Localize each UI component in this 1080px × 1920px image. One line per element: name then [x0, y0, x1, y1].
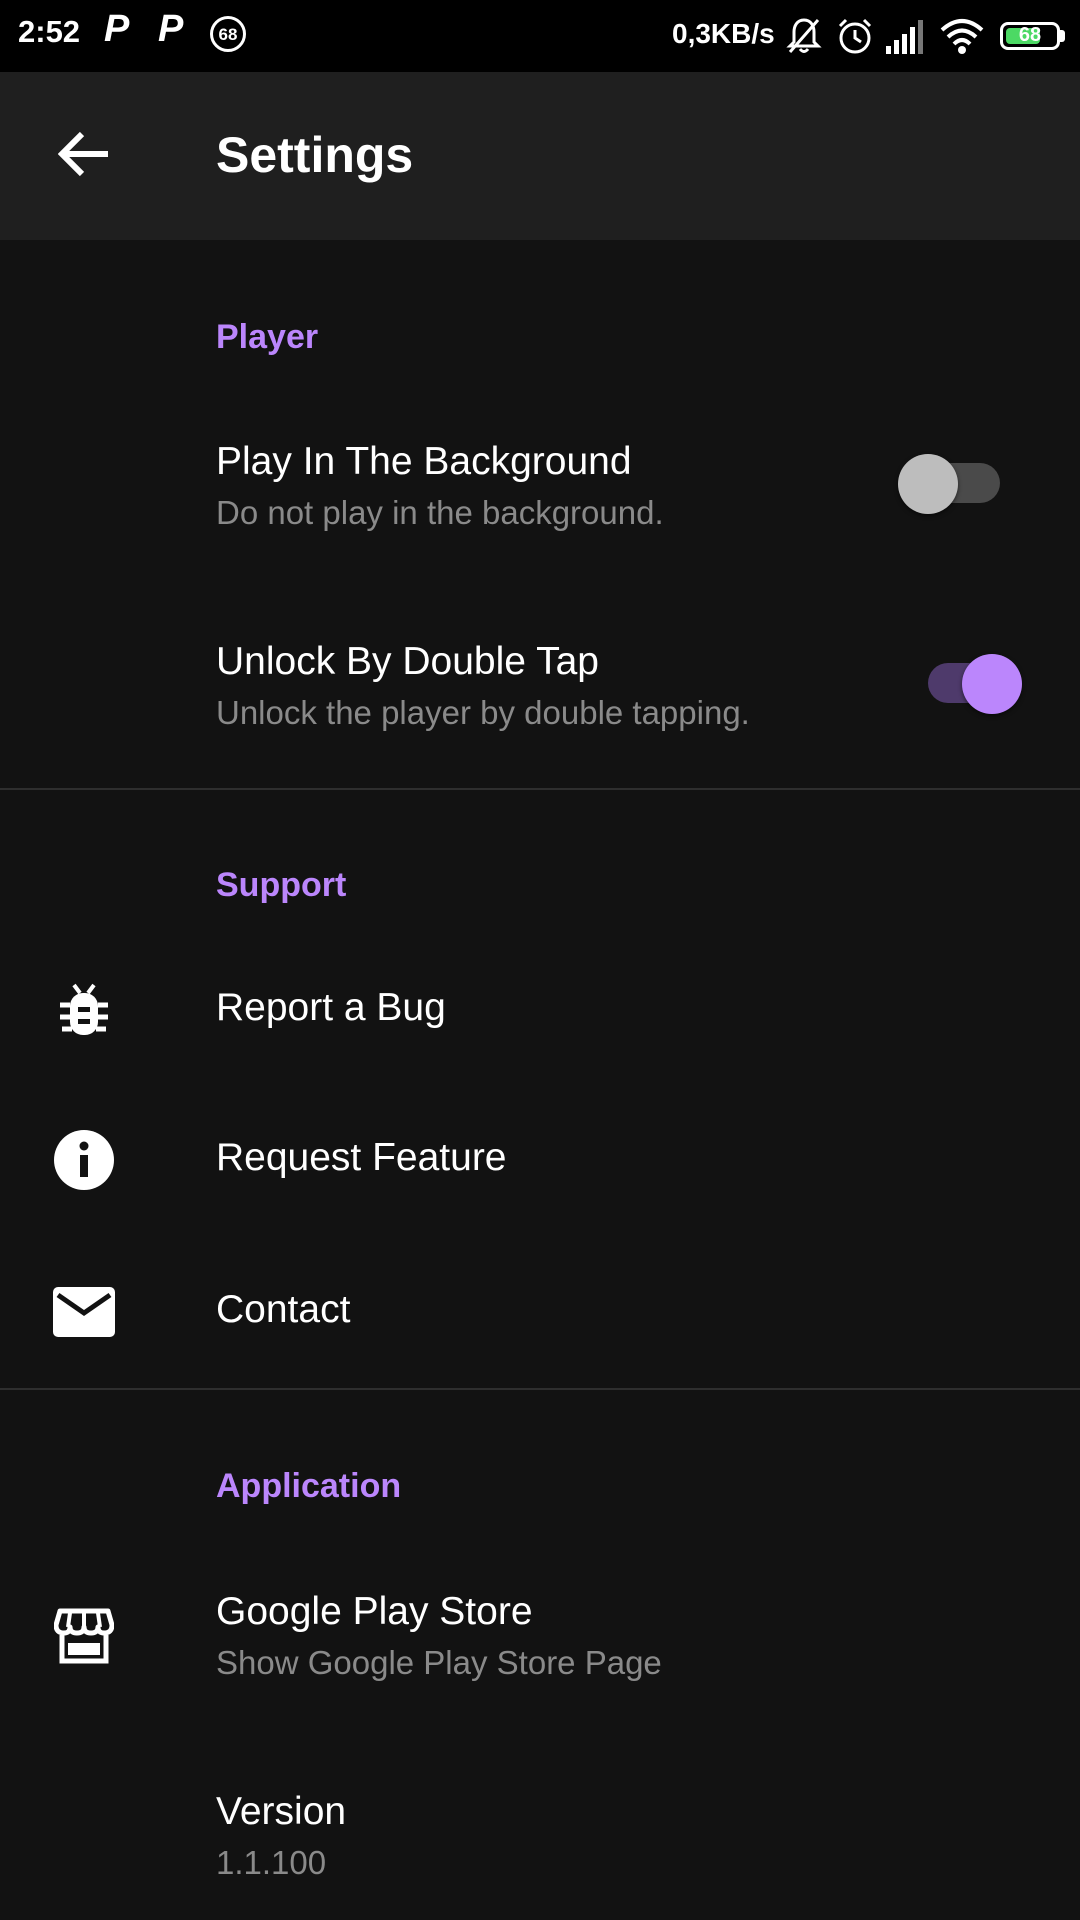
pref-title: Contact [216, 1288, 351, 1331]
bug-icon [52, 978, 116, 1042]
pref-summary: Do not play in the background. [216, 494, 664, 531]
pref-play-in-background[interactable]: Play In The Background Do not play in th… [0, 420, 1080, 600]
page-title: Settings [216, 127, 414, 183]
unlock-by-double-tap-switch[interactable] [910, 644, 1022, 714]
pref-title: Unlock By Double Tap [216, 640, 599, 683]
section-divider [0, 1388, 1080, 1390]
notification-app-icon: P [158, 8, 184, 50]
section-header-application: Application [216, 1467, 402, 1505]
battery-icon: 68 [1000, 22, 1060, 50]
section-divider [0, 788, 1080, 790]
pref-unlock-by-double-tap[interactable]: Unlock By Double Tap Unlock the player b… [0, 620, 1080, 790]
pref-title: Request Feature [216, 1136, 507, 1179]
pref-google-play-store[interactable]: Google Play Store Show Google Play Store… [0, 1570, 1080, 1750]
pref-title: Google Play Store [216, 1590, 533, 1633]
status-bar: 2:52 P P 68 0,3KB/s 68 [0, 0, 1080, 72]
section-header-support: Support [216, 866, 347, 904]
pref-contact[interactable]: Contact [0, 1252, 1080, 1372]
pref-version[interactable]: Version 1.1.100 [0, 1770, 1080, 1920]
switch-thumb [962, 654, 1022, 714]
battery-tip [1060, 30, 1065, 42]
back-button[interactable] [42, 118, 126, 194]
version-number: 1.1.100 [216, 1844, 327, 1881]
info-icon [52, 1128, 116, 1192]
mute-bell-icon [786, 16, 822, 61]
pref-title: Report a Bug [216, 986, 446, 1029]
pref-title: Version [216, 1790, 347, 1833]
pref-report-a-bug[interactable]: Report a Bug [0, 950, 1080, 1070]
app-bar: Settings [0, 72, 1080, 240]
wifi-icon [940, 16, 984, 61]
store-icon [52, 1604, 116, 1668]
switch-thumb [898, 454, 958, 514]
mail-icon [52, 1280, 116, 1344]
pref-summary: Unlock the player by double tapping. [216, 694, 750, 731]
pref-title: Play In The Background [216, 440, 632, 483]
network-speed: 0,3KB/s [672, 18, 775, 49]
play-in-background-switch[interactable] [898, 444, 1008, 514]
notification-app-icon: P [104, 8, 130, 50]
section-header-player: Player [216, 318, 319, 356]
signal-icon [884, 16, 926, 61]
arrow-back-icon [57, 130, 110, 183]
alarm-icon [836, 16, 874, 61]
notification-badge: 68 [210, 16, 246, 52]
battery-level: 68 [1018, 24, 1042, 46]
pref-request-feature[interactable]: Request Feature [0, 1100, 1080, 1220]
pref-summary: Show Google Play Store Page [216, 1644, 662, 1681]
status-time: 2:52 [18, 14, 81, 49]
